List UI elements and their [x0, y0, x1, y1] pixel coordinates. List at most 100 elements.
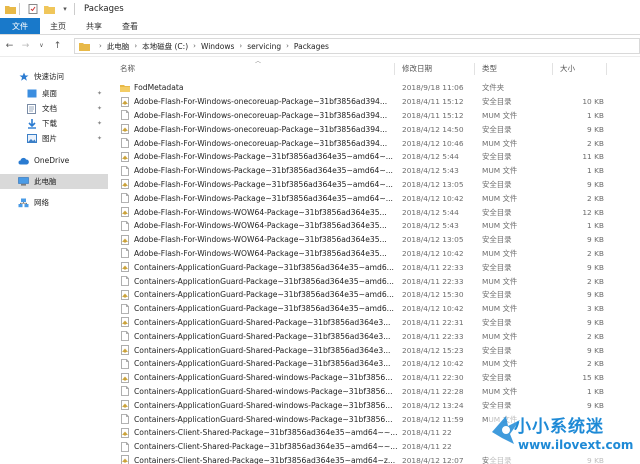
file-size: 1 KB	[587, 386, 604, 396]
tab-file[interactable]: 文件	[0, 18, 40, 34]
table-row[interactable]: Adobe-Flash-For-Windows-WOW64-Package~31…	[110, 219, 640, 233]
file-name-cell: Containers-ApplicationGuard-Shared-windo…	[120, 414, 400, 424]
table-row[interactable]: Containers-ApplicationGuard-Package~31bf…	[110, 260, 640, 274]
file-name-cell: Containers-ApplicationGuard-Package~31bf…	[120, 289, 400, 300]
file-date: 2018/4/11 15:12	[402, 110, 464, 120]
breadcrumb-servicing[interactable]: servicing	[247, 42, 281, 51]
file-size: 2 KB	[587, 276, 604, 286]
file-type: 文件夹	[482, 83, 505, 93]
table-row[interactable]: Containers-ApplicationGuard-Package~31bf…	[110, 302, 640, 316]
file-size: 10 KB	[582, 97, 604, 107]
file-type: 安全目录	[482, 262, 512, 272]
customize-toolbar-icon[interactable]: ▾	[59, 3, 71, 15]
file-date: 2018/4/11 22:28	[402, 386, 464, 396]
pin-icon[interactable]: ✦	[97, 120, 102, 127]
file-name: Containers-ApplicationGuard-Package~31bf…	[134, 290, 394, 300]
column-header-type[interactable]: 类型	[482, 61, 497, 75]
table-row[interactable]: Adobe-Flash-For-Windows-onecoreuap-Packa…	[110, 109, 640, 123]
chevron-right-icon[interactable]: ›	[193, 42, 196, 50]
pin-icon[interactable]: ✦	[97, 135, 102, 142]
table-row[interactable]: Containers-ApplicationGuard-Package~31bf…	[110, 274, 640, 288]
breadcrumb-this-pc[interactable]: 此电脑	[107, 41, 130, 52]
file-date: 2018/4/12 13:05	[402, 179, 464, 189]
cloud-icon	[18, 155, 29, 166]
column-header-name[interactable]: 名称	[120, 61, 135, 75]
title-bar: ▾ Packages	[0, 0, 640, 18]
back-arrow-icon[interactable]: ←	[3, 39, 16, 53]
column-divider[interactable]	[552, 63, 553, 75]
security-catalog-icon	[120, 289, 130, 300]
security-catalog-icon	[120, 234, 130, 245]
up-arrow-icon[interactable]: ↑	[51, 39, 64, 53]
table-row[interactable]: FodMetadata 2018/9/18 11:06 文件夹	[110, 81, 640, 95]
file-size: 9 KB	[587, 124, 604, 134]
file-name: Containers-ApplicationGuard-Shared-Packa…	[134, 317, 391, 327]
breadcrumb-windows[interactable]: Windows	[201, 42, 234, 51]
forward-arrow-icon[interactable]: →	[19, 39, 32, 53]
tab-share[interactable]: 共享	[76, 18, 112, 34]
table-row[interactable]: Containers-ApplicationGuard-Shared-Packa…	[110, 329, 640, 343]
table-row[interactable]: Adobe-Flash-For-Windows-Package~31bf3856…	[110, 191, 640, 205]
nav-onedrive[interactable]: OneDrive	[0, 153, 108, 168]
pin-icon[interactable]: ✦	[97, 90, 102, 97]
chevron-right-icon[interactable]: ›	[286, 42, 289, 50]
nav-this-pc[interactable]: 此电脑	[0, 174, 108, 189]
breadcrumb-local-disk[interactable]: 本地磁盘 (C:)	[142, 41, 188, 52]
table-row[interactable]: Adobe-Flash-For-Windows-Package~31bf3856…	[110, 178, 640, 192]
table-row[interactable]: Adobe-Flash-For-Windows-WOW64-Package~31…	[110, 247, 640, 261]
nav-item-downloads[interactable]: 下载 ✦	[0, 116, 108, 131]
table-row[interactable]: Adobe-Flash-For-Windows-onecoreuap-Packa…	[110, 136, 640, 150]
nav-quick-access[interactable]: 快速访问	[0, 69, 108, 84]
table-row[interactable]: Adobe-Flash-For-Windows-Package~31bf3856…	[110, 150, 640, 164]
table-row[interactable]: Containers-ApplicationGuard-Shared-windo…	[110, 371, 640, 385]
file-type: 安全目录	[482, 179, 512, 189]
security-catalog-icon	[120, 400, 130, 411]
file-date: 2018/4/11 22:33	[402, 331, 464, 341]
table-row[interactable]: Adobe-Flash-For-Windows-Package~31bf3856…	[110, 164, 640, 178]
chevron-right-icon[interactable]: ›	[239, 42, 242, 50]
table-row[interactable]: Adobe-Flash-For-Windows-onecoreuap-Packa…	[110, 122, 640, 136]
file-name: Adobe-Flash-For-Windows-WOW64-Package~31…	[134, 235, 387, 245]
column-divider[interactable]	[474, 63, 475, 75]
table-row[interactable]: Containers-ApplicationGuard-Shared-Packa…	[110, 343, 640, 357]
file-type: 安全目录	[482, 290, 512, 300]
table-row[interactable]: Containers-ApplicationGuard-Shared-windo…	[110, 385, 640, 399]
tab-view[interactable]: 查看	[112, 18, 148, 34]
file-name: Adobe-Flash-For-Windows-WOW64-Package~31…	[134, 207, 387, 217]
table-row[interactable]: Containers-ApplicationGuard-Shared-Packa…	[110, 357, 640, 371]
security-catalog-icon	[120, 124, 130, 135]
file-date: 2018/4/12 5:43	[402, 221, 459, 231]
nav-network[interactable]: 网络	[0, 195, 108, 210]
address-bar[interactable]: › 此电脑 › 本地磁盘 (C:) › Windows › servicing …	[74, 38, 640, 54]
column-divider[interactable]	[394, 63, 395, 75]
nav-item-desktop[interactable]: 桌面 ✦	[0, 86, 108, 101]
folder-icon	[4, 3, 16, 15]
recent-locations-icon[interactable]: ∨	[35, 39, 48, 53]
download-icon	[26, 118, 37, 129]
file-size: 2 KB	[587, 138, 604, 148]
column-divider[interactable]	[606, 63, 607, 75]
file-size: 12 KB	[582, 207, 604, 217]
chevron-right-icon[interactable]: ›	[134, 42, 137, 50]
pin-icon[interactable]: ✦	[97, 105, 102, 112]
tab-home[interactable]: 主页	[40, 18, 76, 34]
file-date: 2018/9/18 11:06	[402, 83, 464, 93]
column-header-size[interactable]: 大小	[560, 61, 575, 75]
table-row[interactable]: Containers-ApplicationGuard-Shared-Packa…	[110, 316, 640, 330]
nav-item-documents[interactable]: 文档 ✦	[0, 101, 108, 116]
column-header-date[interactable]: 修改日期	[402, 61, 432, 75]
new-folder-icon[interactable]	[43, 3, 55, 15]
table-row[interactable]: Adobe-Flash-For-Windows-onecoreuap-Packa…	[110, 95, 640, 109]
breadcrumb-packages[interactable]: Packages	[294, 42, 329, 51]
ribbon-tabs: 文件 主页 共享 查看	[0, 18, 640, 35]
nav-item-pictures[interactable]: 图片 ✦	[0, 131, 108, 146]
file-name-cell: Containers-ApplicationGuard-Shared-windo…	[120, 372, 400, 383]
documents-icon	[26, 103, 37, 114]
file-date: 2018/4/12 10:42	[402, 304, 464, 314]
properties-icon[interactable]	[27, 3, 39, 15]
table-row[interactable]: Adobe-Flash-For-Windows-WOW64-Package~31…	[110, 205, 640, 219]
table-row[interactable]: Adobe-Flash-For-Windows-WOW64-Package~31…	[110, 233, 640, 247]
file-type: MUM 文件	[482, 166, 518, 176]
table-row[interactable]: Containers-ApplicationGuard-Package~31bf…	[110, 288, 640, 302]
watermark: 小小系统迷 www.ilovext.com	[488, 408, 640, 464]
